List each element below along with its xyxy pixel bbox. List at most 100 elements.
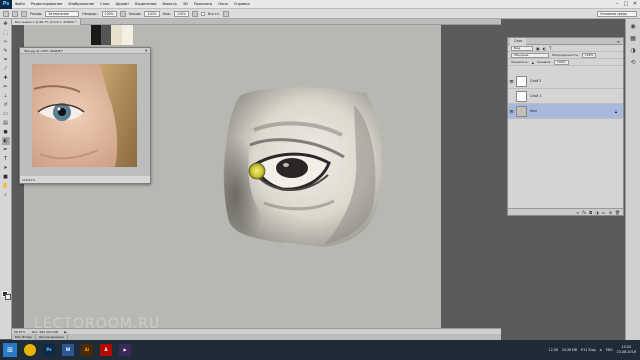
- mode-select[interactable]: Затемнение: [45, 10, 80, 17]
- swatches-panel-icon[interactable]: ▦: [629, 34, 638, 43]
- clock[interactable]: 13:20 23.08.2016: [617, 345, 636, 355]
- background-color-swatch[interactable]: [5, 294, 11, 300]
- menu-3d[interactable]: 3D: [180, 2, 191, 6]
- brush-tool-icon[interactable]: ✏: [2, 83, 10, 91]
- crop-tool-icon[interactable]: ⌗: [2, 56, 10, 64]
- flow-field[interactable]: 100%: [173, 10, 189, 17]
- chrome-icon[interactable]: [24, 344, 36, 356]
- lasso-tool-icon[interactable]: ∾: [2, 38, 10, 46]
- status-arrow-icon[interactable]: ▶: [64, 330, 66, 334]
- quick-select-tool-icon[interactable]: ✎: [2, 47, 10, 55]
- eyedropper-tool-icon[interactable]: ⁄: [2, 65, 10, 73]
- layer-row[interactable]: 👁︎ Слой 2: [508, 74, 623, 89]
- layer-opacity-field[interactable]: 100%: [581, 52, 597, 58]
- canvas-area[interactable]: IMG.jpg @ 118% (RGB/8)* ✕ 118,67% LECTOR…: [12, 25, 501, 328]
- pressure-field[interactable]: 100%: [144, 10, 160, 17]
- workspace-switcher: Основная среда: [597, 11, 637, 17]
- folder-icon[interactable]: ▭: [602, 210, 606, 215]
- path-select-tool-icon[interactable]: ➤: [2, 164, 10, 172]
- trash-icon[interactable]: 🗑︎: [615, 210, 620, 215]
- marquee-tool-icon[interactable]: ⬚: [2, 29, 10, 37]
- gradient-tool-icon[interactable]: ▤: [2, 119, 10, 127]
- blend-mode-select[interactable]: Обычные: [511, 52, 549, 58]
- shape-tool-icon[interactable]: ■: [2, 173, 10, 181]
- layer-row-selected[interactable]: 👁︎ Фон 🔒︎: [508, 104, 623, 119]
- eye-icon[interactable]: 👁︎: [508, 109, 515, 114]
- color-panel-icon[interactable]: ◉: [629, 22, 638, 31]
- hand-tool-icon[interactable]: ✋: [2, 182, 10, 190]
- link-icon[interactable]: ∞: [576, 210, 579, 215]
- windows-start-icon[interactable]: ⊞: [3, 343, 17, 357]
- opacity-field[interactable]: 100%: [101, 10, 117, 17]
- menu-filter[interactable]: Фильтр: [160, 2, 180, 6]
- healing-tool-icon[interactable]: ✚: [2, 74, 10, 82]
- fx-icon[interactable]: fx: [582, 210, 586, 215]
- illustrator-icon[interactable]: Ai: [81, 344, 93, 356]
- history-panel-icon[interactable]: ⟲: [629, 58, 638, 67]
- pen-tool-icon[interactable]: ✒: [2, 146, 10, 154]
- adjustments-panel-icon[interactable]: ◑: [629, 46, 638, 55]
- tab-layers[interactable]: Слои: [510, 37, 527, 45]
- brush-panel-icon[interactable]: [21, 10, 27, 17]
- close-icon[interactable]: ✕: [632, 1, 638, 7]
- all-layers-label: Все сл.: [208, 11, 220, 16]
- layer-name: Фон: [530, 109, 537, 113]
- opacity-label: Непрозр.:: [82, 11, 99, 16]
- media-icon[interactable]: ▶: [119, 344, 131, 356]
- menu-window[interactable]: Окно: [215, 2, 231, 6]
- menu-image[interactable]: Изображение: [65, 2, 97, 6]
- collapsed-panels-strip: ◉ ▦ ◑ ⟲: [625, 19, 640, 340]
- panel-menu-icon[interactable]: ≡: [617, 38, 620, 45]
- history-brush-tool-icon[interactable]: ↺: [2, 101, 10, 109]
- fill-field[interactable]: 100%: [553, 59, 569, 65]
- tray-media[interactable]: P.11 Stop: [581, 348, 596, 352]
- reference-window-title: IMG.jpg @ 118% (RGB/8)*: [24, 49, 64, 53]
- reference-photo-canvas[interactable]: [20, 54, 150, 176]
- move-tool-icon[interactable]: ✥: [2, 20, 10, 28]
- menu-select[interactable]: Выделение: [132, 2, 159, 6]
- menu-type[interactable]: Шрифт: [113, 2, 133, 6]
- type-tool-icon[interactable]: T: [2, 155, 10, 163]
- acrobat-icon[interactable]: A: [100, 344, 112, 356]
- reference-zoom-level[interactable]: 118,67%: [22, 178, 35, 182]
- airbrush-icon[interactable]: [192, 10, 198, 17]
- eraser-tool-icon[interactable]: ▭: [2, 110, 10, 118]
- blur-tool-icon[interactable]: ●: [2, 128, 10, 136]
- menu-file[interactable]: Файл: [12, 2, 28, 6]
- layer-thumbnail: [516, 90, 527, 102]
- menu-edit[interactable]: Редактирование: [28, 2, 65, 6]
- layers-blend-row: Обычные Непрозрачность: 100%: [508, 52, 623, 59]
- layers-footer: ∞ fx ◘ ◑ ▭ ⊞ 🗑︎: [508, 208, 623, 215]
- brush-preset-icon[interactable]: [12, 10, 18, 17]
- layer-row[interactable]: Слой 1: [508, 89, 623, 104]
- layer-thumbnail: [516, 75, 527, 87]
- menu-help[interactable]: Справка: [231, 2, 253, 6]
- pressure-size-icon[interactable]: [222, 10, 229, 17]
- burn-tool-icon[interactable]: ◐: [1, 137, 10, 145]
- adjustment-icon[interactable]: ◑: [595, 210, 599, 215]
- all-layers-checkbox[interactable]: [201, 11, 205, 16]
- volume-icon[interactable]: 🔊︎: [600, 348, 602, 352]
- minimize-icon[interactable]: –: [614, 1, 620, 7]
- pressure-opacity-icon[interactable]: [119, 10, 126, 17]
- layer-kind-filter[interactable]: Вид: [511, 45, 533, 51]
- zoom-level[interactable]: 66,67%: [14, 330, 25, 334]
- eye-icon[interactable]: 👁︎: [508, 79, 515, 84]
- tool-preset-icon[interactable]: [3, 10, 9, 17]
- reference-photo-window[interactable]: IMG.jpg @ 118% (RGB/8)* ✕ 118,67%: [19, 47, 151, 184]
- filter-type-icon[interactable]: T: [549, 46, 551, 51]
- language-indicator[interactable]: ENG: [606, 348, 613, 352]
- menu-view[interactable]: Просмотр: [191, 2, 215, 6]
- mask-icon[interactable]: ◘: [589, 210, 592, 215]
- clone-stamp-tool-icon[interactable]: ⊥: [2, 92, 10, 100]
- workspace-select[interactable]: Основная среда: [597, 11, 637, 17]
- filter-adjustment-icon[interactable]: ◐: [543, 46, 547, 51]
- maximize-icon[interactable]: □: [623, 1, 629, 7]
- word-icon[interactable]: W: [62, 344, 74, 356]
- zoom-tool-icon[interactable]: ⌕: [2, 191, 10, 199]
- lock-icon[interactable]: 🔒︎: [532, 60, 534, 65]
- photoshop-taskbar-icon[interactable]: Ps: [43, 344, 55, 356]
- filter-pixel-icon[interactable]: ▣: [536, 46, 540, 51]
- new-layer-icon[interactable]: ⊞: [609, 210, 612, 215]
- menu-layers[interactable]: Слои: [97, 2, 112, 6]
